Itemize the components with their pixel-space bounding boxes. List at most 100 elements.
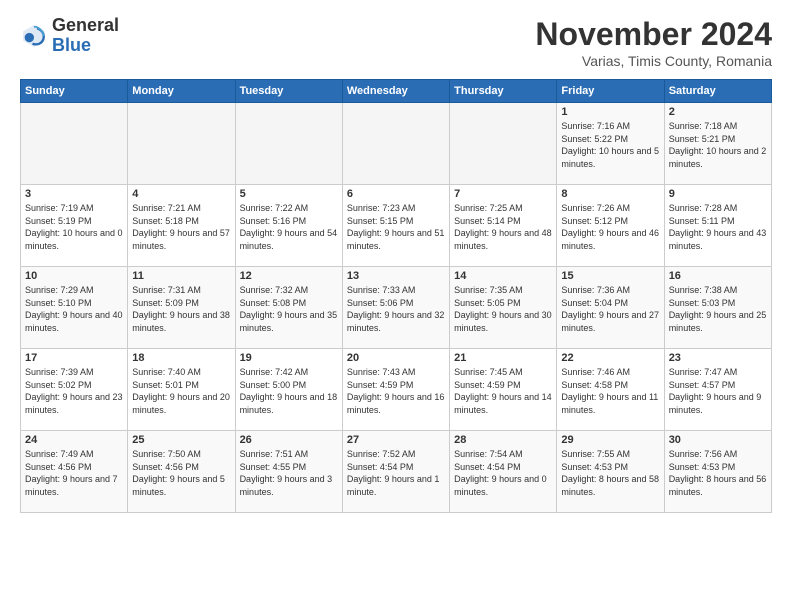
day-info: Sunrise: 7:52 AM Sunset: 4:54 PM Dayligh… bbox=[347, 448, 445, 498]
day-info: Sunrise: 7:56 AM Sunset: 4:53 PM Dayligh… bbox=[669, 448, 767, 498]
calendar-cell: 1 Sunrise: 7:16 AM Sunset: 5:22 PM Daylig… bbox=[557, 103, 664, 185]
calendar-cell: 4 Sunrise: 7:21 AM Sunset: 5:18 PM Daylig… bbox=[128, 185, 235, 267]
day-number: 6 bbox=[347, 188, 445, 200]
day-info: Sunrise: 7:33 AM Sunset: 5:06 PM Dayligh… bbox=[347, 284, 445, 334]
day-info: Sunrise: 7:28 AM Sunset: 5:11 PM Dayligh… bbox=[669, 202, 767, 252]
day-number: 2 bbox=[669, 106, 767, 118]
day-number: 7 bbox=[454, 188, 552, 200]
logo-icon bbox=[20, 22, 48, 50]
weekday-header-thursday: Thursday bbox=[450, 80, 557, 103]
calendar-cell: 17 Sunrise: 7:39 AM Sunset: 5:02 PM Dayli… bbox=[21, 349, 128, 431]
day-info: Sunrise: 7:36 AM Sunset: 5:04 PM Dayligh… bbox=[561, 284, 659, 334]
weekday-header-tuesday: Tuesday bbox=[235, 80, 342, 103]
calendar-cell bbox=[21, 103, 128, 185]
day-number: 4 bbox=[132, 188, 230, 200]
day-number: 16 bbox=[669, 270, 767, 282]
day-info: Sunrise: 7:29 AM Sunset: 5:10 PM Dayligh… bbox=[25, 284, 123, 334]
day-info: Sunrise: 7:19 AM Sunset: 5:19 PM Dayligh… bbox=[25, 202, 123, 252]
day-number: 30 bbox=[669, 434, 767, 446]
day-number: 27 bbox=[347, 434, 445, 446]
calendar-cell: 3Sunrise: 7:19 AM Sunset: 5:19 PM Daylig… bbox=[21, 185, 128, 267]
calendar-cell: 7Sunrise: 7:25 AM Sunset: 5:14 PM Daylig… bbox=[450, 185, 557, 267]
day-info: Sunrise: 7:39 AM Sunset: 5:02 PM Dayligh… bbox=[25, 366, 123, 416]
day-number: 12 bbox=[240, 270, 338, 282]
day-info: Sunrise: 7:45 AM Sunset: 4:59 PM Dayligh… bbox=[454, 366, 552, 416]
day-info: Sunrise: 7:43 AM Sunset: 4:59 PM Dayligh… bbox=[347, 366, 445, 416]
day-info: Sunrise: 7:47 AM Sunset: 4:57 PM Dayligh… bbox=[669, 366, 767, 416]
week-row-5: 24Sunrise: 7:49 AM Sunset: 4:56 PM Dayli… bbox=[21, 431, 772, 513]
logo: General Blue bbox=[20, 16, 119, 56]
day-number: 26 bbox=[240, 434, 338, 446]
calendar-cell: 13 Sunrise: 7:33 AM Sunset: 5:06 PM Dayli… bbox=[342, 267, 449, 349]
calendar-cell: 21 Sunrise: 7:45 AM Sunset: 4:59 PM Dayli… bbox=[450, 349, 557, 431]
calendar-cell bbox=[342, 103, 449, 185]
calendar-cell: 18 Sunrise: 7:40 AM Sunset: 5:01 PM Dayli… bbox=[128, 349, 235, 431]
calendar-cell bbox=[450, 103, 557, 185]
day-number: 10 bbox=[25, 270, 123, 282]
day-number: 20 bbox=[347, 352, 445, 364]
day-info: Sunrise: 7:38 AM Sunset: 5:03 PM Dayligh… bbox=[669, 284, 767, 334]
calendar-cell: 19Sunrise: 7:42 AM Sunset: 5:00 PM Dayli… bbox=[235, 349, 342, 431]
week-row-1: 1 Sunrise: 7:16 AM Sunset: 5:22 PM Daylig… bbox=[21, 103, 772, 185]
day-info: Sunrise: 7:22 AM Sunset: 5:16 PM Dayligh… bbox=[240, 202, 338, 252]
day-number: 22 bbox=[561, 352, 659, 364]
day-number: 17 bbox=[25, 352, 123, 364]
calendar-cell: 11Sunrise: 7:31 AM Sunset: 5:09 PM Dayli… bbox=[128, 267, 235, 349]
header: General Blue November 2024 Varias, Timis… bbox=[20, 16, 772, 69]
day-info: Sunrise: 7:21 AM Sunset: 5:18 PM Dayligh… bbox=[132, 202, 230, 252]
weekday-header-saturday: Saturday bbox=[664, 80, 771, 103]
page-container: General Blue November 2024 Varias, Timis… bbox=[0, 0, 792, 523]
day-info: Sunrise: 7:55 AM Sunset: 4:53 PM Dayligh… bbox=[561, 448, 659, 498]
day-number: 13 bbox=[347, 270, 445, 282]
calendar-cell: 30 Sunrise: 7:56 AM Sunset: 4:53 PM Dayli… bbox=[664, 431, 771, 513]
calendar-cell: 23Sunrise: 7:47 AM Sunset: 4:57 PM Dayli… bbox=[664, 349, 771, 431]
day-number: 5 bbox=[240, 188, 338, 200]
day-number: 25 bbox=[132, 434, 230, 446]
day-info: Sunrise: 7:51 AM Sunset: 4:55 PM Dayligh… bbox=[240, 448, 338, 498]
calendar-cell: 6 Sunrise: 7:23 AM Sunset: 5:15 PM Daylig… bbox=[342, 185, 449, 267]
day-info: Sunrise: 7:26 AM Sunset: 5:12 PM Dayligh… bbox=[561, 202, 659, 252]
day-info: Sunrise: 7:46 AM Sunset: 4:58 PM Dayligh… bbox=[561, 366, 659, 416]
day-number: 9 bbox=[669, 188, 767, 200]
weekday-header-friday: Friday bbox=[557, 80, 664, 103]
calendar-cell: 20 Sunrise: 7:43 AM Sunset: 4:59 PM Dayli… bbox=[342, 349, 449, 431]
calendar-cell: 28 Sunrise: 7:54 AM Sunset: 4:54 PM Dayli… bbox=[450, 431, 557, 513]
day-info: Sunrise: 7:35 AM Sunset: 5:05 PM Dayligh… bbox=[454, 284, 552, 334]
day-number: 18 bbox=[132, 352, 230, 364]
day-number: 21 bbox=[454, 352, 552, 364]
calendar-cell: 29 Sunrise: 7:55 AM Sunset: 4:53 PM Dayli… bbox=[557, 431, 664, 513]
week-row-2: 3Sunrise: 7:19 AM Sunset: 5:19 PM Daylig… bbox=[21, 185, 772, 267]
day-number: 8 bbox=[561, 188, 659, 200]
day-info: Sunrise: 7:50 AM Sunset: 4:56 PM Dayligh… bbox=[132, 448, 230, 498]
calendar-cell: 8 Sunrise: 7:26 AM Sunset: 5:12 PM Daylig… bbox=[557, 185, 664, 267]
calendar-cell: 9 Sunrise: 7:28 AM Sunset: 5:11 PM Daylig… bbox=[664, 185, 771, 267]
day-number: 1 bbox=[561, 106, 659, 118]
day-number: 28 bbox=[454, 434, 552, 446]
day-info: Sunrise: 7:23 AM Sunset: 5:15 PM Dayligh… bbox=[347, 202, 445, 252]
calendar-cell: 22 Sunrise: 7:46 AM Sunset: 4:58 PM Dayli… bbox=[557, 349, 664, 431]
calendar-cell: 24Sunrise: 7:49 AM Sunset: 4:56 PM Dayli… bbox=[21, 431, 128, 513]
week-row-3: 10 Sunrise: 7:29 AM Sunset: 5:10 PM Dayli… bbox=[21, 267, 772, 349]
day-info: Sunrise: 7:31 AM Sunset: 5:09 PM Dayligh… bbox=[132, 284, 230, 334]
week-row-4: 17 Sunrise: 7:39 AM Sunset: 5:02 PM Dayli… bbox=[21, 349, 772, 431]
day-number: 15 bbox=[561, 270, 659, 282]
calendar-cell: 25 Sunrise: 7:50 AM Sunset: 4:56 PM Dayli… bbox=[128, 431, 235, 513]
day-info: Sunrise: 7:16 AM Sunset: 5:22 PM Dayligh… bbox=[561, 120, 659, 170]
title-block: November 2024 Varias, Timis County, Roma… bbox=[535, 16, 772, 69]
calendar-cell: 10 Sunrise: 7:29 AM Sunset: 5:10 PM Dayli… bbox=[21, 267, 128, 349]
day-info: Sunrise: 7:32 AM Sunset: 5:08 PM Dayligh… bbox=[240, 284, 338, 334]
calendar-cell: 27 Sunrise: 7:52 AM Sunset: 4:54 PM Dayli… bbox=[342, 431, 449, 513]
weekday-header-monday: Monday bbox=[128, 80, 235, 103]
weekday-header-wednesday: Wednesday bbox=[342, 80, 449, 103]
calendar-cell: 2 Sunrise: 7:18 AM Sunset: 5:21 PM Daylig… bbox=[664, 103, 771, 185]
day-info: Sunrise: 7:18 AM Sunset: 5:21 PM Dayligh… bbox=[669, 120, 767, 170]
calendar-cell: 26 Sunrise: 7:51 AM Sunset: 4:55 PM Dayli… bbox=[235, 431, 342, 513]
day-info: Sunrise: 7:40 AM Sunset: 5:01 PM Dayligh… bbox=[132, 366, 230, 416]
day-info: Sunrise: 7:54 AM Sunset: 4:54 PM Dayligh… bbox=[454, 448, 552, 498]
month-title: November 2024 bbox=[535, 16, 772, 53]
day-number: 14 bbox=[454, 270, 552, 282]
day-number: 29 bbox=[561, 434, 659, 446]
calendar-cell: 12 Sunrise: 7:32 AM Sunset: 5:08 PM Dayli… bbox=[235, 267, 342, 349]
day-info: Sunrise: 7:49 AM Sunset: 4:56 PM Dayligh… bbox=[25, 448, 123, 498]
calendar-cell: 15 Sunrise: 7:36 AM Sunset: 5:04 PM Dayli… bbox=[557, 267, 664, 349]
